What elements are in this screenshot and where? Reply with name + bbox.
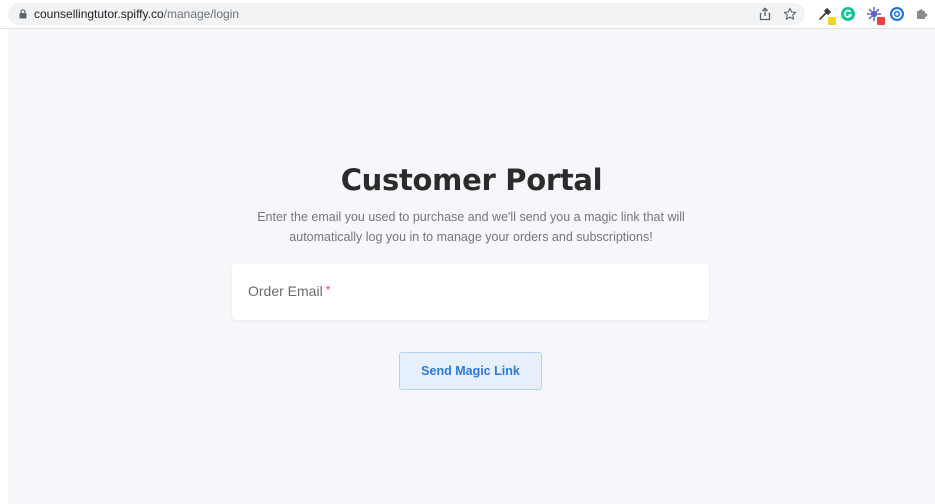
blue-circle-extension-icon[interactable] bbox=[889, 6, 905, 22]
share-icon[interactable] bbox=[758, 7, 772, 21]
page-gutter bbox=[0, 29, 8, 504]
browser-toolbar: counsellingtutor.spiffy.co/manage/login bbox=[0, 0, 935, 29]
bug-extension-icon[interactable] bbox=[866, 6, 885, 25]
portal-page: Customer Portal Enter the email you used… bbox=[8, 29, 935, 504]
star-icon[interactable] bbox=[783, 7, 797, 21]
puzzle-icon[interactable] bbox=[913, 6, 929, 22]
url-host: counsellingtutor.spiffy.co bbox=[34, 7, 164, 21]
page-description: Enter the email you used to purchase and… bbox=[257, 210, 685, 244]
url-text[interactable]: counsellingtutor.spiffy.co/manage/login bbox=[34, 3, 239, 25]
order-email-input[interactable] bbox=[232, 264, 709, 320]
address-bar[interactable]: counsellingtutor.spiffy.co/manage/login bbox=[8, 3, 805, 25]
eyedropper-icon[interactable] bbox=[817, 6, 836, 25]
send-magic-link-button[interactable]: Send Magic Link bbox=[399, 352, 542, 390]
grammarly-icon[interactable] bbox=[840, 6, 856, 22]
extension-badge bbox=[828, 17, 836, 25]
extension-badge bbox=[877, 17, 885, 25]
url-path: /manage/login bbox=[163, 7, 240, 21]
lock-icon bbox=[19, 9, 27, 19]
page-title: Customer Portal bbox=[340, 163, 603, 197]
order-email-field[interactable]: Order Email * bbox=[232, 264, 709, 320]
